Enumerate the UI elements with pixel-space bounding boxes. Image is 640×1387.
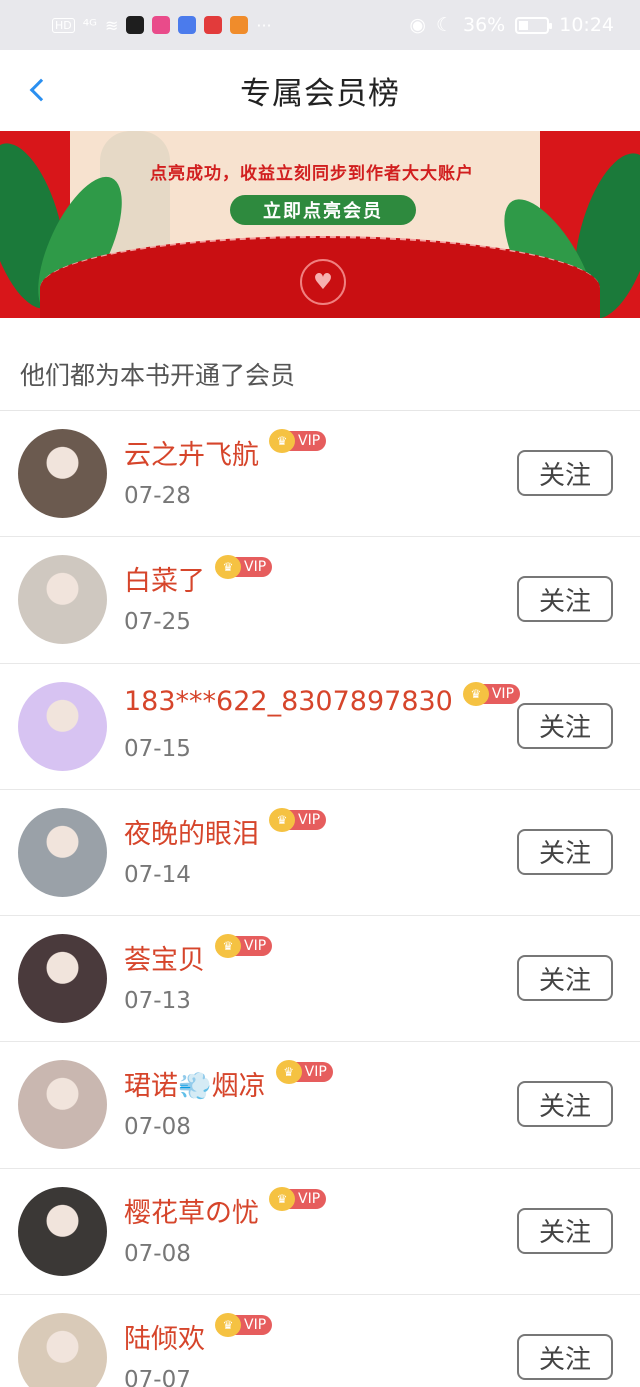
member-name[interactable]: 白菜了 <box>124 559 205 598</box>
member-date: 07-14 <box>124 861 191 888</box>
member-row[interactable]: 陆倾欢 ♛ VIP 07-07 关注 <box>0 1295 640 1387</box>
hd-indicator: HD <box>52 17 75 33</box>
app-icon <box>152 16 171 34</box>
crown-icon: ♛ <box>275 1060 302 1085</box>
name-line: 白菜了 ♛ VIP <box>124 555 273 598</box>
member-date: 07-07 <box>124 1367 191 1387</box>
member-name[interactable]: 陆倾欢 <box>124 1317 205 1356</box>
follow-button[interactable]: 关注 <box>517 450 613 496</box>
member-date: 07-13 <box>124 988 191 1015</box>
follow-button[interactable]: 关注 <box>517 955 613 1002</box>
member-row[interactable]: 白菜了 ♛ VIP 07-25 关注 <box>0 537 640 664</box>
member-date: 07-08 <box>124 1114 191 1141</box>
member-row[interactable]: 183***622_8307897830 ♛ VIP 07-15 关注 <box>0 664 640 790</box>
vip-badge: ♛ VIP <box>269 807 327 832</box>
member-name[interactable]: 荟宝贝 <box>124 938 205 977</box>
avatar[interactable] <box>18 1060 107 1150</box>
crown-icon: ♛ <box>269 807 295 832</box>
name-line: 183***622_8307897830 ♛ VIP <box>124 681 521 717</box>
member-row[interactable]: 夜晚的眼泪 ♛ VIP 07-14 关注 <box>0 790 640 917</box>
wifi-icon: ≋ <box>104 15 119 35</box>
promo-banner[interactable]: 点亮成功，收益立刻同步到作者大大账户 立即点亮会员 ♥ <box>0 131 640 318</box>
vip-badge: ♛ VIP <box>215 555 273 580</box>
name-line: 荟宝贝 ♛ VIP <box>124 934 273 977</box>
vip-badge: ♛ VIP <box>215 1313 273 1338</box>
music-app-icon <box>178 16 197 34</box>
more-notifications: ··· <box>256 15 272 35</box>
avatar[interactable] <box>18 555 107 645</box>
soul-app-icon <box>126 16 145 34</box>
moon-icon: ☾ <box>435 14 453 36</box>
eye-icon: ◉ <box>409 14 426 36</box>
name-line: 夜晚的眼泪 ♛ VIP <box>124 807 327 851</box>
member-name[interactable]: 樱花草の忧 <box>124 1191 259 1230</box>
battery-percent: 36% <box>463 14 506 36</box>
member-name[interactable]: 183***622_8307897830 <box>124 686 453 717</box>
vip-badge: ♛ VIP <box>269 1186 327 1211</box>
follow-button[interactable]: 关注 <box>517 1334 613 1381</box>
name-line: 云之卉飞航 ♛ VIP <box>124 429 327 472</box>
video-app-icon <box>230 16 249 34</box>
clock: 10:24 <box>559 14 614 36</box>
page-title: 专属会员榜 <box>240 75 400 112</box>
status-bar: HD ⁴ᴳ ≋ ··· ◉ ☾ 36% 10:24 <box>0 0 640 50</box>
member-date: 07-08 <box>124 1240 191 1267</box>
crown-icon: ♛ <box>462 681 489 706</box>
avatar[interactable] <box>18 807 107 897</box>
member-list: 云之卉飞航 ♛ VIP 07-28 关注 白菜了 ♛ VIP 07-25 关注 183***622_… <box>0 411 640 1387</box>
member-row[interactable]: 云之卉飞航 ♛ VIP 07-28 关注 <box>0 411 640 538</box>
vip-badge: ♛ VIP <box>462 681 521 706</box>
vip-badge: ♛ VIP <box>269 429 327 453</box>
vip-badge: ♛ VIP <box>275 1060 333 1085</box>
name-line: 珺诺💨烟凉 ♛ VIP <box>124 1060 333 1103</box>
member-name[interactable]: 夜晚的眼泪 <box>124 812 259 851</box>
member-row[interactable]: 樱花草の忧 ♛ VIP 07-08 关注 <box>0 1169 640 1296</box>
app-header: 专属会员榜 <box>0 50 640 130</box>
avatar[interactable] <box>18 1186 107 1276</box>
avatar[interactable] <box>18 934 107 1024</box>
book-app-icon <box>204 16 223 34</box>
vip-badge: ♛ VIP <box>215 934 273 959</box>
crown-icon: ♛ <box>269 1186 295 1211</box>
follow-button[interactable]: 关注 <box>517 1207 613 1254</box>
section-title: 他们都为本书开通了会员 <box>20 361 296 390</box>
chevron-left-icon <box>29 78 53 102</box>
name-line: 樱花草の忧 ♛ VIP <box>124 1186 327 1230</box>
member-date: 07-15 <box>124 735 191 762</box>
member-row[interactable]: 珺诺💨烟凉 ♛ VIP 07-08 关注 <box>0 1042 640 1169</box>
avatar[interactable] <box>18 1313 107 1387</box>
signal-icon: ⁴ᴳ <box>82 15 97 35</box>
follow-button[interactable]: 关注 <box>517 1081 613 1128</box>
battery-fill <box>519 20 529 30</box>
back-button[interactable] <box>18 70 58 110</box>
crown-icon: ♛ <box>269 429 295 453</box>
light-up-member-button[interactable]: 立即点亮会员 <box>230 195 416 225</box>
member-name[interactable]: 云之卉飞航 <box>124 433 259 472</box>
member-date: 07-28 <box>124 483 191 509</box>
member-date: 07-25 <box>124 609 191 636</box>
status-right: ◉ ☾ 36% 10:24 <box>409 14 614 36</box>
follow-button[interactable]: 关注 <box>517 702 613 749</box>
member-row[interactable]: 荟宝贝 ♛ VIP 07-13 关注 <box>0 916 640 1043</box>
avatar[interactable] <box>18 681 107 771</box>
heart-seal-icon: ♥ <box>300 259 346 305</box>
follow-button[interactable]: 关注 <box>517 576 613 623</box>
crown-icon: ♛ <box>215 1313 241 1338</box>
follow-button[interactable]: 关注 <box>517 828 613 875</box>
avatar[interactable] <box>18 429 107 518</box>
battery-icon <box>515 16 553 34</box>
member-name[interactable]: 珺诺💨烟凉 <box>124 1064 266 1103</box>
banner-caption: 点亮成功，收益立刻同步到作者大大账户 <box>150 164 474 184</box>
name-line: 陆倾欢 ♛ VIP <box>124 1313 273 1356</box>
status-left: HD ⁴ᴳ ≋ ··· <box>52 16 409 35</box>
